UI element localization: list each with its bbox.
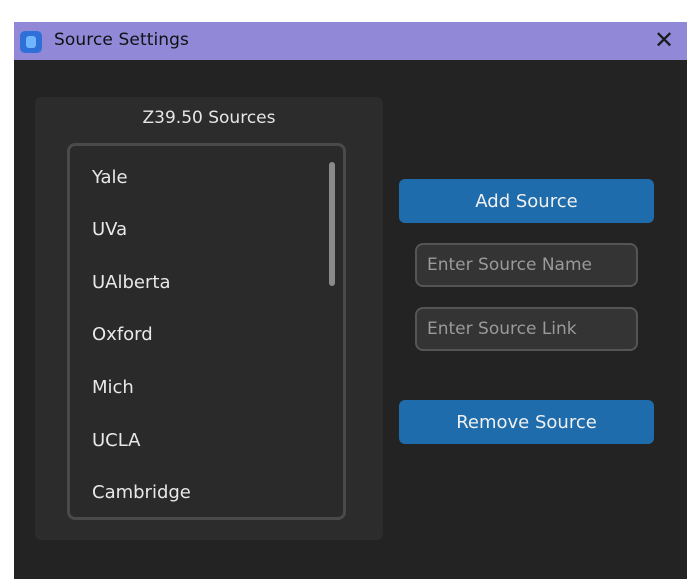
list-item[interactable]: UAlberta [92, 272, 170, 293]
list-item[interactable]: Mich [92, 377, 134, 398]
list-item[interactable]: UVa [92, 219, 127, 240]
sources-panel-title: Z39.50 Sources [142, 108, 276, 128]
list-item[interactable]: Yale [92, 167, 128, 188]
title-bar: Source Settings ✕ [14, 22, 687, 60]
sources-list[interactable]: Yale UVa UAlberta Oxford Mich UCLA Cambr… [67, 143, 346, 520]
remove-source-button[interactable]: Remove Source [399, 400, 654, 444]
source-settings-window: Source Settings ✕ Z39.50 Sources Yale UV… [14, 22, 687, 579]
list-item[interactable]: Oxford [92, 324, 153, 345]
close-icon[interactable]: ✕ [651, 27, 677, 53]
sources-panel: Z39.50 Sources Yale UVa UAlberta Oxford … [35, 97, 383, 540]
window-title: Source Settings [54, 30, 190, 50]
source-name-input[interactable] [415, 243, 638, 287]
list-item[interactable]: UCLA [92, 430, 141, 451]
list-item[interactable]: Cambridge [92, 482, 191, 503]
add-source-button[interactable]: Add Source [399, 179, 654, 223]
scrollbar-thumb[interactable] [329, 162, 335, 286]
source-link-input[interactable] [415, 307, 638, 351]
screenshot-frame: Source Settings ✕ Z39.50 Sources Yale UV… [0, 0, 687, 579]
app-window-icon [20, 31, 42, 53]
